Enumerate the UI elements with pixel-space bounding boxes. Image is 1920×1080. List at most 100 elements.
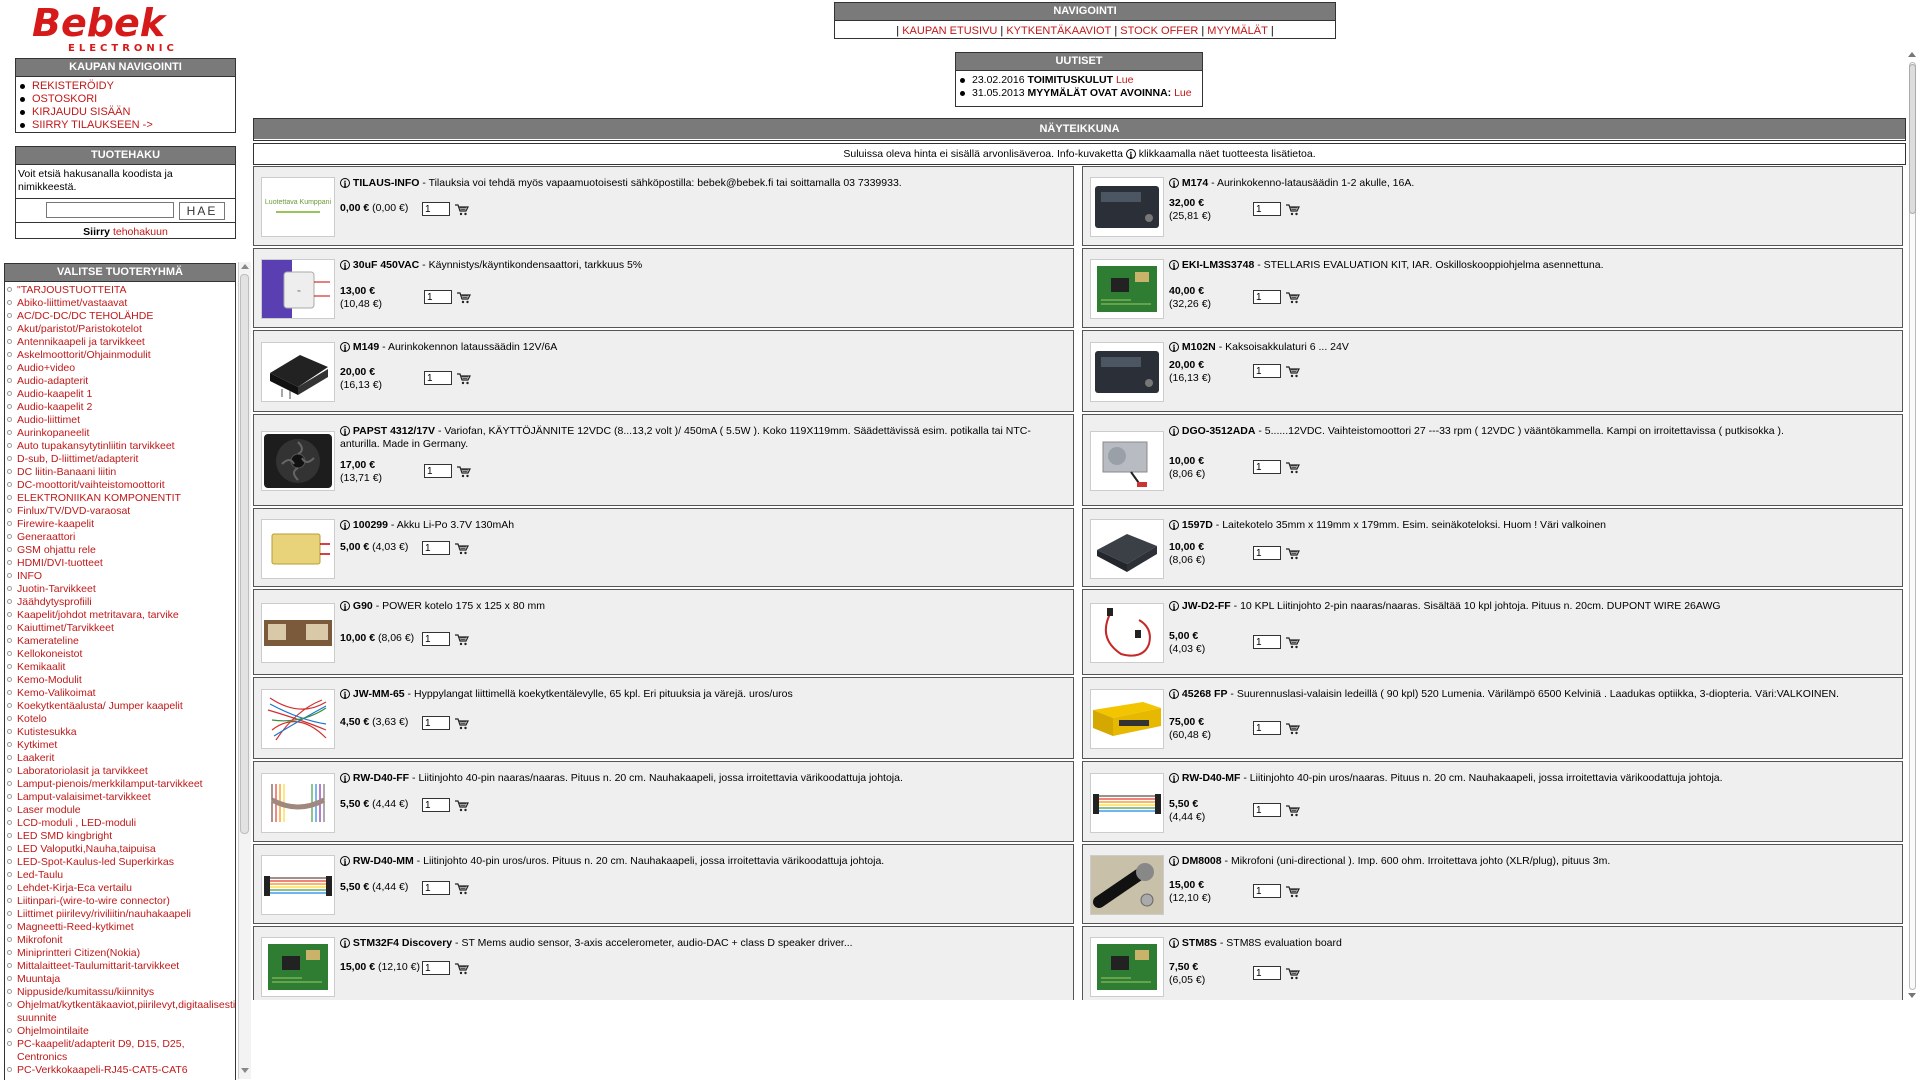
- quantity-input[interactable]: 1: [422, 716, 450, 730]
- info-icon[interactable]: i: [1169, 342, 1179, 353]
- product-image[interactable]: [1090, 603, 1164, 663]
- product-group-item[interactable]: Generaattori: [7, 531, 235, 544]
- product-code[interactable]: DM8008: [1182, 855, 1222, 867]
- product-image[interactable]: [1090, 773, 1164, 833]
- product-image[interactable]: [1090, 937, 1164, 997]
- quantity-input[interactable]: 1: [422, 961, 450, 975]
- search-button[interactable]: HAE: [179, 202, 225, 220]
- scroll-down-arrow[interactable]: [241, 1068, 249, 1073]
- quantity-input[interactable]: 1: [1253, 721, 1281, 735]
- product-group-item[interactable]: Kotelo: [7, 713, 235, 726]
- quantity-input[interactable]: 1: [422, 202, 450, 216]
- product-group-item[interactable]: ELEKTRONIIKAN KOMPONENTIT: [7, 492, 235, 505]
- product-group-item[interactable]: AC/DC-DC/DC TEHOLÄHDE: [7, 310, 235, 323]
- product-image[interactable]: [261, 342, 335, 402]
- product-code[interactable]: STM32F4 Discovery: [353, 937, 452, 949]
- quantity-input[interactable]: 1: [1253, 460, 1281, 474]
- product-group-item[interactable]: Lamput-valaisimet-tarvikkeet: [7, 791, 235, 804]
- quantity-input[interactable]: 1: [1253, 884, 1281, 898]
- add-to-cart-icon[interactable]: [454, 542, 469, 555]
- product-group-item[interactable]: Kemo-Modulit: [7, 674, 235, 687]
- product-image[interactable]: [1090, 689, 1164, 749]
- news-read-link[interactable]: Lue: [1174, 87, 1192, 99]
- product-code[interactable]: 45268 FP: [1182, 688, 1228, 700]
- scroll-up-arrow[interactable]: [1908, 52, 1916, 57]
- product-image[interactable]: ≈: [261, 259, 335, 319]
- product-group-item[interactable]: Auto tupakansytytinliitin tarvikkeet: [7, 440, 235, 453]
- product-image[interactable]: [1090, 177, 1164, 237]
- info-icon[interactable]: i: [340, 260, 350, 271]
- info-icon[interactable]: i: [1169, 938, 1179, 949]
- product-group-item[interactable]: Mittalaitteet-Taulumittarit-tarvikkeet: [7, 960, 235, 973]
- product-code[interactable]: M149: [353, 341, 379, 353]
- info-icon[interactable]: i: [340, 938, 350, 949]
- product-group-item[interactable]: Audio-liittimet: [7, 414, 235, 427]
- info-icon[interactable]: i: [1169, 426, 1179, 437]
- info-icon[interactable]: i: [340, 178, 350, 189]
- info-icon[interactable]: i: [1169, 773, 1179, 784]
- product-code[interactable]: RW-D40-FF: [353, 772, 409, 784]
- product-group-item[interactable]: Askelmoottorit/Ohjainmodulit: [7, 349, 235, 362]
- product-group-item[interactable]: Finlux/TV/DVD-varaosat: [7, 505, 235, 518]
- add-to-cart-icon[interactable]: [454, 633, 469, 646]
- product-group-item[interactable]: Laser module: [7, 804, 235, 817]
- quantity-input[interactable]: 1: [424, 371, 452, 385]
- page-scrollbar[interactable]: [1906, 52, 1918, 1000]
- product-group-item[interactable]: Audio-kaapelit 1: [7, 388, 235, 401]
- link-kaupan-etusivu[interactable]: KAUPAN ETUSIVU: [902, 25, 997, 37]
- product-group-item[interactable]: D-sub, D-liittimet/adapterit: [7, 453, 235, 466]
- product-image[interactable]: [261, 519, 335, 579]
- product-group-item[interactable]: DC liitin-Banaani liitin: [7, 466, 235, 479]
- add-to-cart-icon[interactable]: [454, 717, 469, 730]
- quantity-input[interactable]: 1: [1253, 803, 1281, 817]
- groups-scrollbar[interactable]: [238, 262, 251, 1079]
- product-group-item[interactable]: Jäähdytysprofiili: [7, 596, 235, 609]
- add-to-cart-icon[interactable]: [1285, 547, 1300, 560]
- product-code[interactable]: EKI-LM3S3748: [1182, 259, 1254, 271]
- add-to-cart-icon[interactable]: [454, 799, 469, 812]
- product-image[interactable]: Luotettava Kumppani: [261, 177, 335, 237]
- product-group-item[interactable]: Akut/paristot/Paristokotelot: [7, 323, 235, 336]
- product-code[interactable]: PAPST 4312/17V: [353, 425, 435, 437]
- product-group-item[interactable]: Liitinpari-(wire-to-wire connector): [7, 895, 235, 908]
- product-code[interactable]: JW-D2-FF: [1182, 600, 1231, 612]
- add-to-cart-icon[interactable]: [456, 291, 471, 304]
- product-group-item[interactable]: LED-Spot-Kaulus-led Superkirkas: [7, 856, 235, 869]
- quantity-input[interactable]: 1: [422, 798, 450, 812]
- quantity-input[interactable]: 1: [422, 881, 450, 895]
- add-to-cart-icon[interactable]: [1285, 722, 1300, 735]
- product-group-item[interactable]: Antennikaapeli ja tarvikkeet: [7, 336, 235, 349]
- info-icon[interactable]: i: [340, 856, 350, 867]
- product-group-item[interactable]: PC-Verkkokaapeli-RJ45-CAT5-CAT6: [7, 1064, 235, 1077]
- product-image[interactable]: [1090, 855, 1164, 915]
- product-image[interactable]: [261, 937, 335, 997]
- product-group-item[interactable]: Audio-adapterit: [7, 375, 235, 388]
- login-link[interactable]: KIRJAUDU SISÄÄN: [32, 106, 130, 118]
- link-stock-offer[interactable]: STOCK OFFER: [1120, 25, 1198, 37]
- product-group-item[interactable]: Lehdet-Kirja-Eca vertailu: [7, 882, 235, 895]
- add-to-cart-icon[interactable]: [1285, 804, 1300, 817]
- checkout-link[interactable]: SIIRRY TILAUKSEEN ->: [32, 119, 153, 131]
- scrollbar-thumb[interactable]: [240, 274, 249, 834]
- scrollbar-thumb[interactable]: [1909, 64, 1916, 214]
- product-image[interactable]: [261, 431, 335, 491]
- product-group-item[interactable]: Lamput-pienois/merkkilamput-tarvikkeet: [7, 778, 235, 791]
- product-group-item[interactable]: Kemikaalit: [7, 661, 235, 674]
- info-icon[interactable]: i: [340, 689, 350, 700]
- info-icon[interactable]: i: [340, 342, 350, 353]
- add-to-cart-icon[interactable]: [1285, 203, 1300, 216]
- link-kytkentakaaviot[interactable]: KYTKENTÄKAAVIOT: [1006, 25, 1111, 37]
- add-to-cart-icon[interactable]: [456, 372, 471, 385]
- add-to-cart-icon[interactable]: [1285, 461, 1300, 474]
- product-code[interactable]: STM8S: [1182, 937, 1217, 949]
- product-group-item[interactable]: Kytkimet: [7, 739, 235, 752]
- product-group-item[interactable]: Liittimet piirilevy/riviliitin/nauhakaap…: [7, 908, 235, 921]
- advanced-search-link[interactable]: tehohakuun: [113, 226, 168, 238]
- product-code[interactable]: DGO-3512ADA: [1182, 425, 1256, 437]
- product-image[interactable]: [1090, 342, 1164, 402]
- info-icon[interactable]: i: [340, 773, 350, 784]
- product-code[interactable]: G90: [353, 600, 373, 612]
- product-group-item[interactable]: Audio+video: [7, 362, 235, 375]
- quantity-input[interactable]: 1: [422, 632, 450, 646]
- quantity-input[interactable]: 1: [1253, 546, 1281, 560]
